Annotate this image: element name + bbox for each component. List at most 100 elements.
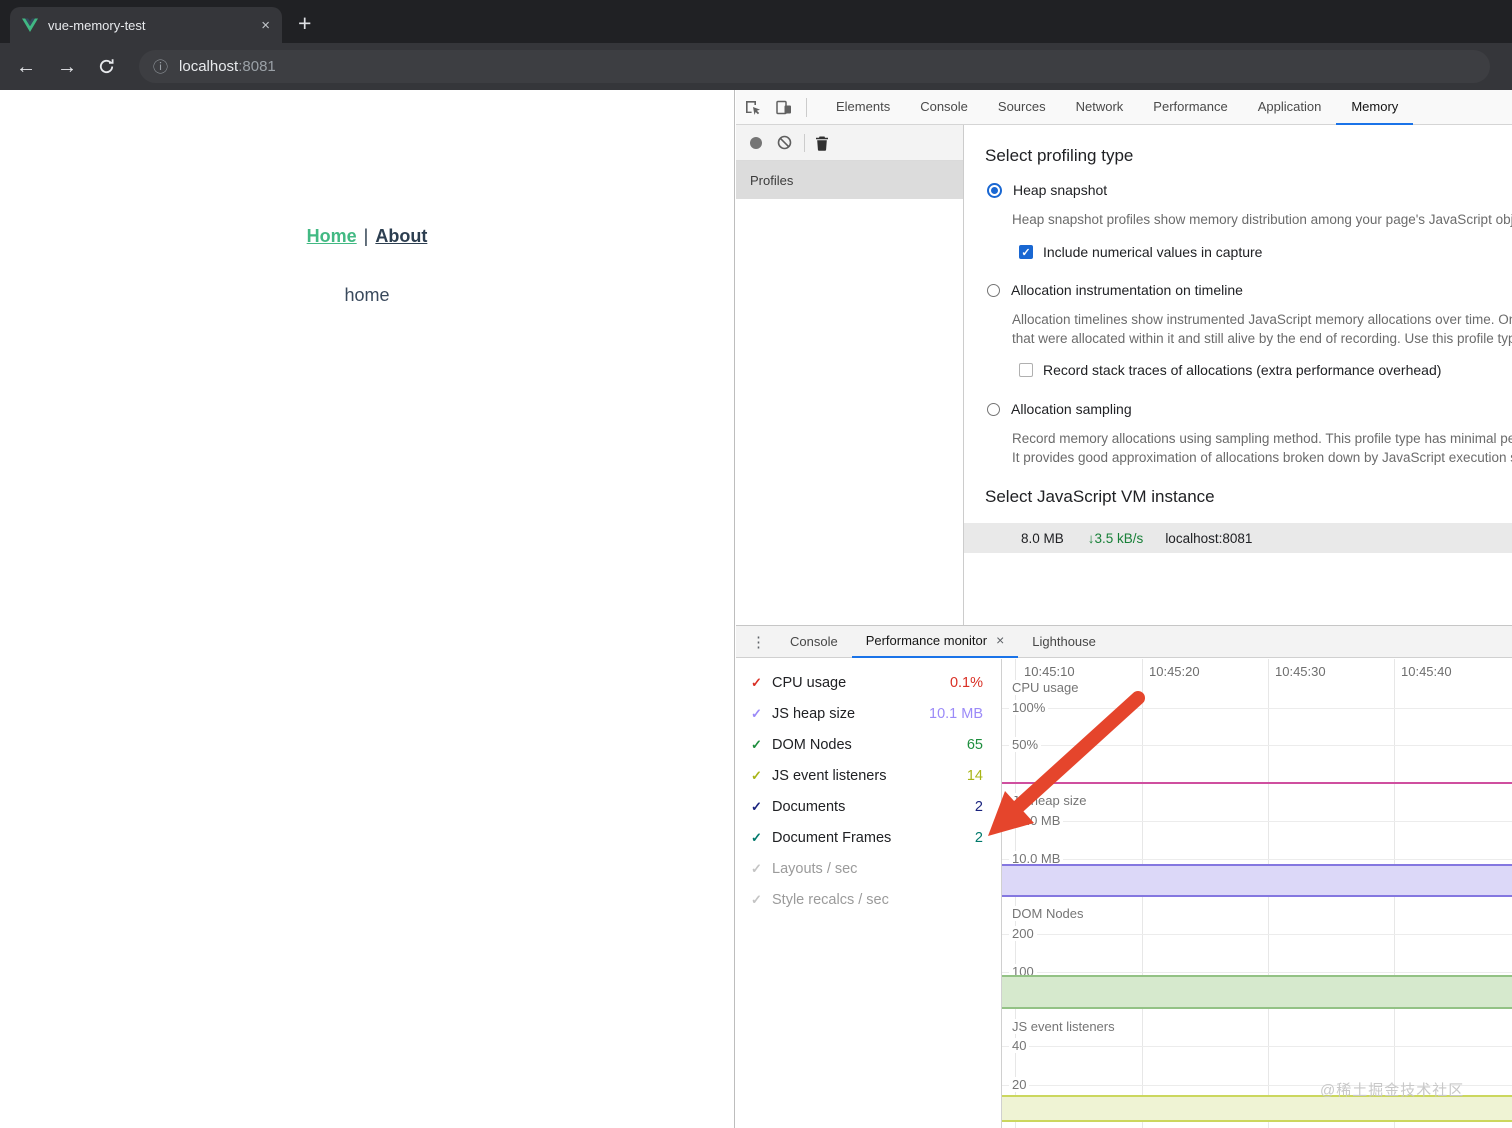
- tab-performance[interactable]: Performance: [1138, 90, 1242, 125]
- grid-line: [1002, 708, 1512, 709]
- reload-icon[interactable]: [98, 58, 115, 75]
- metric-label: JS event listeners: [772, 767, 887, 784]
- browser-toolbar: ← → ⓘ localhost:8081: [0, 43, 1512, 90]
- section-label: JS event listeners: [1009, 1019, 1118, 1034]
- profiling-type-heading: Select profiling type: [985, 146, 1134, 165]
- record-stack-traces-option: Record stack traces of allocations (extr…: [1019, 362, 1441, 378]
- device-toolbar-icon[interactable]: [768, 90, 800, 125]
- grid-line: [1002, 972, 1512, 973]
- vm-instance-heading: Select JavaScript VM instance: [985, 487, 1215, 506]
- radio-allocation-timeline[interactable]: [987, 283, 1000, 297]
- tab-close-icon[interactable]: ×: [261, 18, 270, 33]
- devtools-tabs: Elements Console Sources Network Perform…: [821, 90, 1414, 125]
- js-heap-series-area: [1002, 864, 1512, 897]
- check-icon: ✓: [751, 705, 762, 721]
- drawer-tab-console[interactable]: Console: [776, 626, 852, 658]
- page-body-text: home: [344, 285, 390, 305]
- browser-tab[interactable]: vue-memory-test ×: [10, 7, 282, 43]
- axis-tick: 100%: [1009, 700, 1049, 715]
- toolbar-divider: [806, 97, 807, 117]
- allocation-timeline-label[interactable]: Allocation instrumentation on timeline: [1011, 282, 1243, 298]
- about-link[interactable]: About: [375, 226, 427, 246]
- allocation-timeline-option: Allocation instrumentation on timeline: [987, 282, 1243, 298]
- check-icon: ✓: [751, 798, 762, 814]
- axis-tick: 40: [1009, 1038, 1030, 1053]
- heap-snapshot-desc: Heap snapshot profiles show memory distr…: [1012, 212, 1512, 227]
- toolbar-divider: [804, 133, 805, 152]
- metric-value: 2: [974, 798, 983, 815]
- metric-row-dom-nodes[interactable]: ✓ DOM Nodes 65: [736, 729, 1001, 760]
- grid-line: [1002, 934, 1512, 935]
- forward-icon[interactable]: →: [57, 57, 77, 77]
- vm-allocation-rate: ↓3.5 kB/s: [1087, 530, 1144, 546]
- vm-host: localhost:8081: [1165, 530, 1253, 546]
- checkbox-include-numerical[interactable]: ✓: [1019, 245, 1033, 259]
- axis-tick: 20: [1009, 1077, 1030, 1092]
- include-numerical-label[interactable]: Include numerical values in capture: [1043, 244, 1262, 260]
- check-icon: ✓: [751, 767, 762, 783]
- record-icon[interactable]: [749, 136, 763, 150]
- drawer-tabbar: ⋮ Console Performance monitor × Lighthou…: [736, 626, 1512, 658]
- grid-line: [1002, 745, 1512, 746]
- inspect-element-icon[interactable]: [736, 90, 768, 125]
- drawer-tab-performance-monitor[interactable]: Performance monitor ×: [851, 625, 1019, 658]
- time-tick: 10:45:20: [1149, 664, 1200, 679]
- axis-tick: 20.0 MB: [1009, 813, 1064, 828]
- delete-profiles-icon[interactable]: [815, 135, 829, 151]
- down-arrow-icon: ↓: [1087, 530, 1095, 546]
- devtools-panel: Elements Console Sources Network Perform…: [736, 90, 1512, 1128]
- profiles-toolbar: [736, 125, 963, 161]
- performance-monitor-chart: 10:45:10 10:45:20 10:45:30 10:45:40 CPU …: [1001, 659, 1512, 1128]
- metric-row-js-heap[interactable]: ✓ JS heap size 10.1 MB: [736, 698, 1001, 729]
- metric-value: 65: [966, 736, 983, 753]
- grid-line: [1002, 1046, 1512, 1047]
- check-icon: ✓: [751, 829, 762, 845]
- tab-elements[interactable]: Elements: [821, 90, 905, 125]
- metric-row-cpu[interactable]: ✓ CPU usage 0.1%: [736, 667, 1001, 698]
- back-icon[interactable]: ←: [16, 57, 36, 77]
- new-tab-button[interactable]: +: [298, 12, 311, 35]
- browser-chrome: vue-memory-test × + ← → ⓘ localhost:8081: [0, 0, 1512, 90]
- heap-snapshot-option: Heap snapshot: [987, 182, 1107, 198]
- tab-sources[interactable]: Sources: [983, 90, 1061, 125]
- drawer-tab-lighthouse[interactable]: Lighthouse: [1018, 626, 1110, 658]
- page-content: Home | About home: [0, 90, 735, 1128]
- metric-row-documents[interactable]: ✓ Documents 2: [736, 791, 1001, 822]
- browser-tab-strip: vue-memory-test × +: [0, 0, 1512, 43]
- metric-value: 0.1%: [949, 674, 983, 691]
- close-drawer-tab-icon[interactable]: ×: [996, 625, 1004, 656]
- cpu-usage-series-line: [1002, 782, 1512, 784]
- metric-value: 2: [974, 829, 983, 846]
- radio-heap-snapshot[interactable]: [987, 182, 1002, 198]
- tab-application[interactable]: Application: [1243, 90, 1337, 125]
- tab-memory[interactable]: Memory: [1336, 90, 1414, 125]
- check-icon: ✓: [751, 860, 762, 876]
- allocation-sampling-label[interactable]: Allocation sampling: [1011, 401, 1132, 417]
- clear-icon[interactable]: [777, 135, 792, 150]
- performance-metrics-list: ✓ CPU usage 0.1% ✓ JS heap size 10.1 MB …: [736, 659, 1001, 1128]
- metric-row-layouts[interactable]: ✓ Layouts / sec: [736, 853, 1001, 884]
- record-stack-traces-label[interactable]: Record stack traces of allocations (extr…: [1043, 362, 1441, 378]
- metric-value: 14: [966, 767, 983, 784]
- site-info-icon[interactable]: ⓘ: [153, 56, 168, 77]
- metric-row-document-frames[interactable]: ✓ Document Frames 2: [736, 822, 1001, 853]
- address-bar[interactable]: ⓘ localhost:8081: [139, 50, 1490, 83]
- checkbox-record-stack-traces[interactable]: [1019, 363, 1033, 377]
- overflow-menu-icon[interactable]: ⋮: [751, 633, 766, 651]
- nav-separator: |: [363, 226, 369, 246]
- metric-row-style-recalcs[interactable]: ✓ Style recalcs / sec: [736, 884, 1001, 915]
- metric-row-js-listeners[interactable]: ✓ JS event listeners 14: [736, 760, 1001, 791]
- grid-line: [1002, 859, 1512, 860]
- check-icon: ✓: [751, 891, 762, 907]
- tab-network[interactable]: Network: [1061, 90, 1139, 125]
- tab-console[interactable]: Console: [905, 90, 983, 125]
- allocation-sampling-desc: Record memory allocations using sampling…: [1012, 431, 1512, 465]
- profiles-sidebar: Profiles: [736, 125, 964, 625]
- heap-snapshot-label[interactable]: Heap snapshot: [1013, 182, 1107, 198]
- time-tick: 10:45:10: [1024, 664, 1075, 679]
- metric-label: JS heap size: [772, 705, 856, 722]
- vm-instance-row[interactable]: 8.0 MB ↓3.5 kB/s localhost:8081: [964, 523, 1512, 553]
- radio-allocation-sampling[interactable]: [987, 402, 1000, 416]
- metric-label: Documents: [772, 798, 846, 815]
- home-link[interactable]: Home: [307, 226, 357, 246]
